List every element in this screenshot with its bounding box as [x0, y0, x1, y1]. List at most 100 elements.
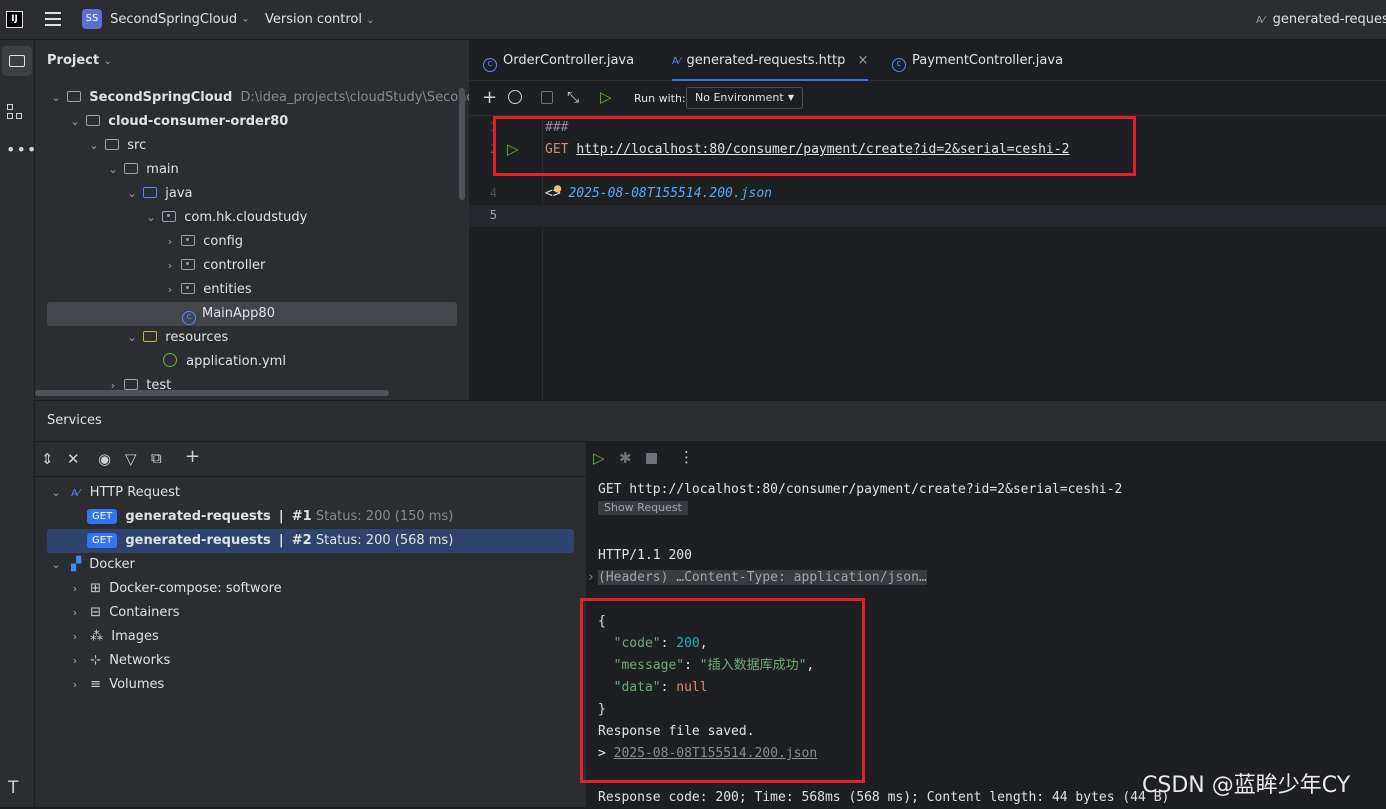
- tree-item-label: Containers: [109, 605, 180, 620]
- chevron-down-icon: ⌄: [127, 187, 137, 200]
- lightbulb-icon[interactable]: ●: [554, 181, 561, 195]
- new-tab-icon[interactable]: ⧉: [151, 450, 162, 466]
- line-number: 2: [489, 142, 497, 156]
- collapse-all-icon[interactable]: ✕: [67, 451, 80, 467]
- highlight-box-response: [580, 598, 865, 783]
- tree-item[interactable]: ⌄ com.hk.cloudstudy: [144, 206, 307, 230]
- more-icon[interactable]: •••: [6, 140, 37, 159]
- tree-root[interactable]: ⌄ SecondSpringCloud D:\idea_projects\clo…: [49, 86, 500, 110]
- run-config-tab[interactable]: A⁄ generated-reques: [1256, 12, 1386, 27]
- tree-item[interactable]: › controller: [163, 254, 266, 278]
- resources-folder-icon: [143, 331, 158, 342]
- add-service-icon[interactable]: +: [185, 448, 200, 466]
- tab-payment-controller[interactable]: c PaymentController.java: [892, 40, 1063, 80]
- highlight-box-request: [493, 116, 1136, 176]
- request-number: #1: [291, 509, 312, 524]
- chevron-down-icon: ⌄: [241, 13, 250, 25]
- containers-icon: ⊟: [90, 605, 102, 620]
- more-vertical-icon[interactable]: ⋮: [679, 449, 694, 465]
- title-bar: IJ SS SecondSpringCloud ⌄ Version contro…: [0, 0, 1386, 40]
- headers-summary: (Headers) …Content-Type: application/jso…: [598, 570, 927, 585]
- request-status: Status: 200 (150 ms): [315, 509, 454, 524]
- tab-order-controller[interactable]: c OrderController.java: [483, 40, 634, 80]
- tree-item[interactable]: ⌄ java: [125, 182, 192, 206]
- tree-item[interactable]: ⌄ cloud-consumer-order80: [68, 110, 288, 134]
- chevron-right-icon: ›: [72, 606, 78, 619]
- expand-all-icon[interactable]: ⇕: [41, 451, 54, 467]
- environment-value: No Environment: [695, 91, 784, 104]
- filter-icon[interactable]: ▽: [125, 451, 137, 467]
- tree-item-label: HTTP Request: [89, 485, 181, 500]
- class-icon: c: [892, 58, 906, 72]
- show-request-button[interactable]: Show Request: [598, 501, 688, 515]
- class-icon: c: [182, 311, 196, 325]
- tree-item[interactable]: › entities: [163, 278, 252, 302]
- tree-item-label: MainApp80: [202, 306, 275, 321]
- chevron-right-icon: ›: [72, 582, 78, 595]
- history-icon[interactable]: [508, 90, 522, 104]
- tool-window-strip: ••• T: [0, 40, 37, 807]
- services-toolbar: ⇕ ✕ ◉ ▽ ⧉ +: [35, 441, 587, 477]
- vcs-menu[interactable]: Version control ⌄: [265, 12, 375, 27]
- tree-item-networks[interactable]: › ⊹ Networks: [68, 649, 170, 673]
- tree-item-label: src: [127, 138, 147, 153]
- headers-fold[interactable]: › (Headers) …Content-Type: application/js…: [587, 567, 1169, 589]
- project-panel-header[interactable]: Project ⌄: [47, 53, 112, 68]
- tree-item-label: cloud-consumer-order80: [108, 114, 289, 129]
- stop-icon[interactable]: [646, 453, 657, 464]
- chevron-right-icon: ›: [167, 235, 173, 248]
- project-switcher[interactable]: SS SecondSpringCloud ⌄: [82, 9, 250, 31]
- tree-item-label: entities: [203, 282, 252, 297]
- tab-generated-requests[interactable]: A⁄ generated-requests.http ×: [672, 40, 869, 81]
- tree-item-docker-compose[interactable]: › ⊞ Docker-compose: softwore: [68, 577, 282, 601]
- eye-icon[interactable]: ◉: [98, 451, 111, 467]
- project-avatar: SS: [82, 9, 102, 29]
- tree-item-request-1[interactable]: GET generated-requests | #1 Status: 200 …: [87, 505, 453, 529]
- tree-item-containers[interactable]: › ⊟ Containers: [68, 601, 180, 625]
- tree-item-volumes[interactable]: › ≡ Volumes: [68, 673, 165, 697]
- copy-icon[interactable]: [541, 91, 553, 104]
- run-all-icon[interactable]: ▷: [600, 89, 612, 105]
- project-panel-title: Project: [47, 53, 100, 68]
- project-tool-button[interactable]: [2, 46, 32, 76]
- chevron-down-icon: ⌄: [103, 56, 112, 67]
- app-logo[interactable]: IJ: [6, 11, 23, 28]
- tree-item-label: Images: [111, 629, 159, 644]
- request-name: generated-requests: [125, 533, 271, 548]
- services-title: Services: [47, 413, 102, 428]
- chevron-down-icon: ⌄: [51, 558, 61, 571]
- editor-toolbar: + ⤡ ▷ Run with: No Environment ▼: [469, 81, 1386, 116]
- chevron-right-icon: ›: [587, 570, 595, 585]
- http-file-icon: A⁄: [71, 488, 80, 499]
- tree-item[interactable]: ⌄ resources: [125, 326, 228, 350]
- chevron-down-icon: ⌄: [51, 91, 61, 104]
- tree-item[interactable]: › config: [163, 230, 243, 254]
- add-icon[interactable]: +: [482, 89, 497, 107]
- tree-item-selected[interactable]: c MainApp80: [182, 302, 275, 326]
- main-menu-icon[interactable]: [45, 12, 61, 26]
- tree-item-images[interactable]: › ⁂ Images: [68, 625, 159, 649]
- build-icon[interactable]: T: [8, 778, 18, 798]
- tree-item-request-2[interactable]: GET generated-requests | #2 Status: 200 …: [87, 529, 453, 553]
- code-line-response-ref[interactable]: <> ● 2025-08-08T155514.200.json: [545, 181, 772, 201]
- chevron-right-icon: ›: [72, 678, 78, 691]
- run-icon[interactable]: ▷: [593, 450, 605, 466]
- structure-icon[interactable]: [7, 104, 23, 120]
- watermark: CSDN @蓝眸少年CY: [1142, 773, 1351, 798]
- close-icon[interactable]: ×: [858, 53, 869, 68]
- horizontal-scrollbar[interactable]: [35, 390, 389, 396]
- tree-item[interactable]: application.yml: [163, 350, 286, 374]
- tree-item-http-request[interactable]: ⌄ A⁄ HTTP Request: [49, 481, 180, 505]
- environment-select[interactable]: No Environment ▼: [686, 87, 803, 109]
- tree-item-label: com.hk.cloudstudy: [184, 210, 308, 225]
- tree-item-label: Docker-compose: softwore: [109, 581, 282, 596]
- tree-item-docker[interactable]: ⌄ ▞ Docker: [49, 553, 134, 577]
- response-ref-file[interactable]: 2025-08-08T155514.200.json: [568, 186, 772, 201]
- debug-icon[interactable]: ✱: [619, 450, 632, 466]
- tab-label: OrderController.java: [503, 53, 635, 68]
- tree-item[interactable]: ⌄ src: [87, 134, 146, 158]
- tab-label: PaymentController.java: [912, 53, 1064, 68]
- tree-item[interactable]: ⌄ main: [106, 158, 178, 182]
- volumes-icon: ≡: [90, 677, 102, 692]
- import-icon[interactable]: ⤡: [567, 89, 579, 105]
